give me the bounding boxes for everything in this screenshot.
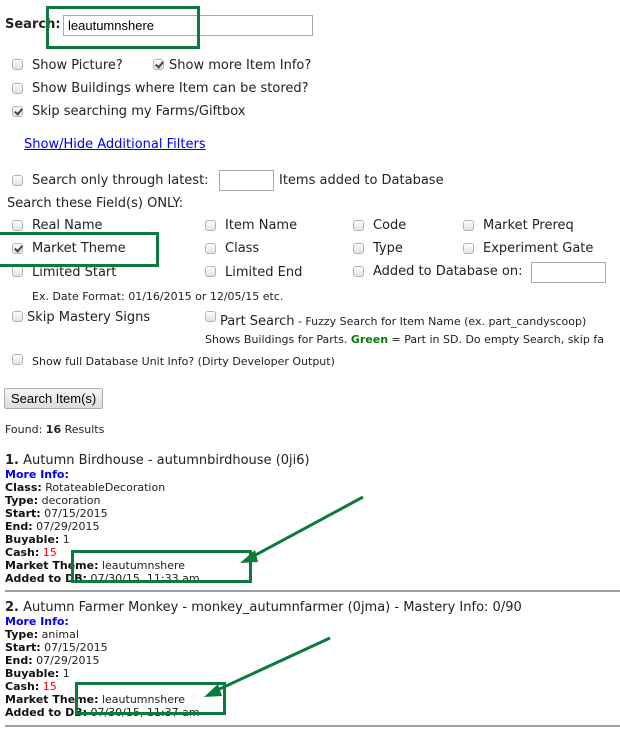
annotation-arrows [204, 495, 364, 697]
arrow-icon [240, 495, 364, 563]
arrow-icon [204, 636, 331, 697]
